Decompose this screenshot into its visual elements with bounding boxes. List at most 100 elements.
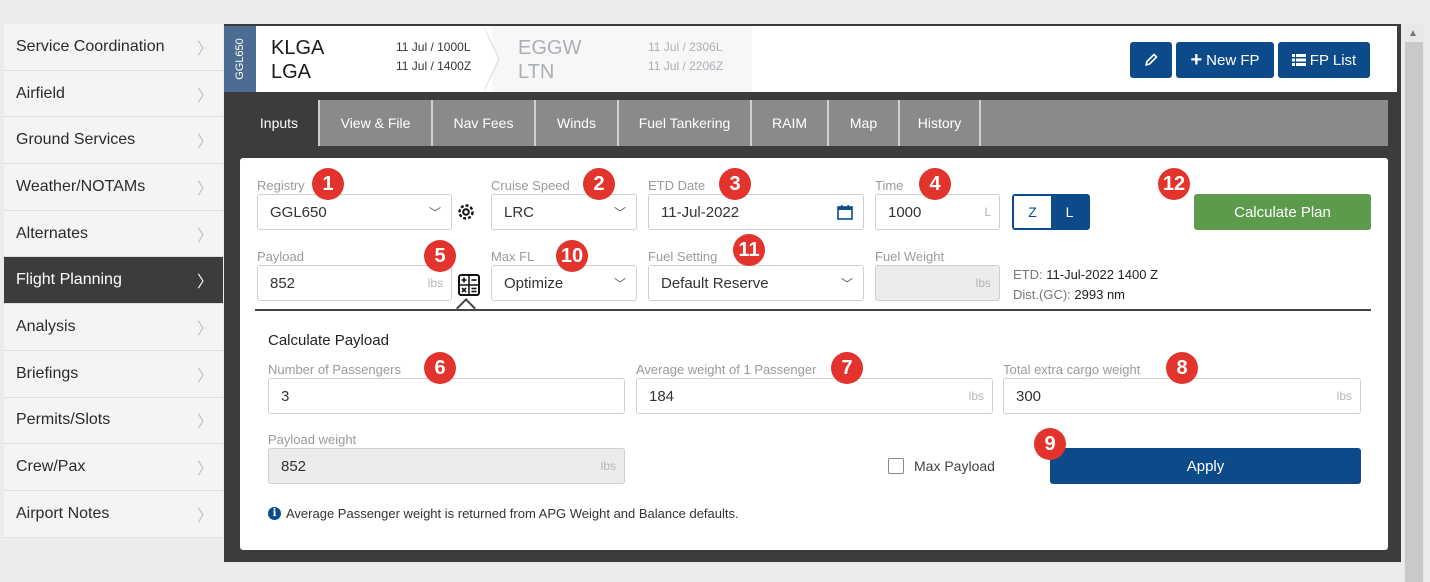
chevron-down-icon: ﹀ bbox=[428, 206, 441, 220]
arrival-time-zulu: 11 Jul / 2206Z bbox=[648, 59, 724, 73]
tab-bar: Inputs View & File Nav Fees Winds Fuel T… bbox=[240, 100, 1388, 146]
etd-date-input[interactable]: 11-Jul-2022 bbox=[648, 194, 864, 230]
arrival-time-local: 11 Jul / 2306L bbox=[648, 40, 723, 54]
callout-badge-2: 2 bbox=[583, 168, 615, 200]
sidebar-item-service-coordination[interactable]: Service Coordination 〉 bbox=[4, 24, 223, 71]
tab-winds[interactable]: Winds bbox=[536, 100, 619, 146]
departure-time-local: 11 Jul / 1000L bbox=[396, 40, 471, 54]
fuel-weight-input: lbs bbox=[875, 265, 1000, 301]
time-label: Time bbox=[875, 178, 904, 193]
chevron-right-icon: 〉 bbox=[196, 180, 213, 198]
tab-raim[interactable]: RAIM bbox=[752, 100, 829, 146]
departure-leg: KLGA LGA 11 Jul / 1000L 11 Jul / 1400Z bbox=[256, 26, 492, 92]
checkbox[interactable] bbox=[888, 458, 904, 474]
sidebar-item-permits-slots[interactable]: Permits/Slots 〉 bbox=[4, 397, 223, 445]
passengers-label: Number of Passengers bbox=[268, 362, 401, 377]
avg-weight-input[interactable]: 184 lbs bbox=[636, 378, 993, 414]
sidebar-item-label: Service Coordination bbox=[16, 37, 165, 55]
pencil-icon bbox=[1145, 53, 1158, 66]
apply-button[interactable]: Apply bbox=[1050, 448, 1361, 484]
tab-map[interactable]: Map bbox=[829, 100, 900, 146]
sidebar-item-label: Airfield bbox=[16, 84, 65, 102]
sidebar-item-label: Analysis bbox=[16, 317, 76, 335]
extra-cargo-label: Total extra cargo weight bbox=[1003, 362, 1141, 377]
sidebar-item-crew-pax[interactable]: Crew/Pax 〉 bbox=[4, 444, 223, 491]
sidebar-item-label: Alternates bbox=[16, 224, 89, 242]
payload-weight-input: 852 lbs bbox=[268, 448, 625, 484]
edit-button[interactable] bbox=[1130, 42, 1172, 78]
etd-date-label: ETD Date bbox=[648, 178, 706, 193]
sidebar-item-analysis[interactable]: Analysis 〉 bbox=[4, 304, 223, 351]
callout-badge-3: 3 bbox=[719, 168, 751, 200]
section-divider bbox=[255, 309, 1371, 311]
tab-inputs[interactable]: Inputs bbox=[240, 100, 320, 146]
tab-fuel-tankering[interactable]: Fuel Tankering bbox=[619, 100, 752, 146]
chevron-right-icon: 〉 bbox=[196, 40, 213, 58]
plus-icon: + bbox=[1190, 49, 1203, 71]
cruise-speed-label: Cruise Speed bbox=[491, 178, 570, 193]
chevron-down-icon: ﹀ bbox=[613, 277, 626, 291]
local-option[interactable]: L bbox=[1051, 196, 1088, 228]
payload-label: Payload bbox=[257, 249, 304, 264]
avg-weight-label: Average weight of 1 Passenger bbox=[636, 362, 817, 377]
calculator-icon[interactable] bbox=[458, 274, 480, 296]
passengers-input[interactable]: 3 bbox=[268, 378, 625, 414]
callout-badge-10: 10 bbox=[556, 240, 588, 272]
zulu-option[interactable]: Z bbox=[1014, 196, 1051, 228]
sidebar-nav: Service Coordination 〉 Airfield 〉 Ground S… bbox=[4, 24, 223, 538]
fuel-setting-label: Fuel Setting bbox=[648, 249, 718, 264]
sidebar-item-weather-notams[interactable]: Weather/NOTAMs 〉 bbox=[4, 164, 223, 211]
chevron-down-icon: ﹀ bbox=[840, 277, 853, 291]
list-icon bbox=[1291, 54, 1306, 66]
chevron-right-icon: 〉 bbox=[196, 320, 213, 338]
distance-info: Dist.(GC): 2993 nm bbox=[1013, 287, 1125, 302]
callout-badge-12: 12 bbox=[1158, 168, 1190, 200]
callout-badge-9: 9 bbox=[1034, 428, 1066, 460]
max-fl-select[interactable]: Optimize ﹀ bbox=[491, 265, 637, 301]
tab-history[interactable]: History bbox=[900, 100, 981, 146]
chevron-right-icon: 〉 bbox=[196, 507, 213, 525]
sidebar-item-flight-planning[interactable]: Flight Planning 〉 bbox=[4, 257, 223, 305]
vertical-scrollbar[interactable]: ▲ bbox=[1404, 24, 1424, 582]
max-fl-label: Max FL bbox=[491, 249, 535, 264]
chevron-right-icon: 〉 bbox=[196, 461, 213, 479]
scrollbar-thumb[interactable] bbox=[1405, 42, 1423, 582]
max-payload-checkbox[interactable]: Max Payload bbox=[888, 458, 995, 474]
fuel-weight-label: Fuel Weight bbox=[875, 249, 945, 264]
calculate-plan-button[interactable]: Calculate Plan bbox=[1194, 194, 1371, 230]
sidebar-item-label: Ground Services bbox=[16, 131, 136, 149]
sidebar-item-airfield[interactable]: Airfield 〉 bbox=[4, 70, 223, 118]
sidebar-item-label: Briefings bbox=[16, 364, 79, 382]
aircraft-tag: GGL650 bbox=[224, 26, 256, 92]
payload-input[interactable]: 852 lbs bbox=[257, 265, 452, 301]
sidebar-item-briefings[interactable]: Briefings 〉 bbox=[4, 350, 223, 398]
fp-list-button[interactable]: FP List bbox=[1278, 42, 1370, 78]
callout-badge-1: 1 bbox=[312, 168, 344, 200]
sidebar-item-label: Permits/Slots bbox=[16, 411, 111, 429]
main-content: GGL650 KLGA LGA 11 Jul / 1000L 11 Jul / … bbox=[224, 24, 1401, 562]
chevron-right-icon: 〉 bbox=[196, 367, 213, 385]
sidebar-item-ground-services[interactable]: Ground Services 〉 bbox=[4, 117, 223, 165]
calculate-payload-title: Calculate Payload bbox=[268, 332, 389, 349]
zulu-local-toggle: Z L bbox=[1012, 194, 1090, 230]
arrival-iata: LTN bbox=[518, 61, 555, 83]
sidebar-item-airport-notes[interactable]: Airport Notes 〉 bbox=[4, 490, 223, 538]
chevron-right-icon: 〉 bbox=[196, 414, 213, 432]
cruise-speed-select[interactable]: LRC ﹀ bbox=[491, 194, 637, 230]
scroll-up-arrow-icon[interactable]: ▲ bbox=[1408, 28, 1418, 39]
chevron-down-icon: ﹀ bbox=[613, 206, 626, 220]
departure-time-zulu: 11 Jul / 1400Z bbox=[396, 59, 472, 73]
tab-nav-fees[interactable]: Nav Fees bbox=[433, 100, 536, 146]
info-icon: i bbox=[268, 507, 281, 520]
calendar-icon[interactable] bbox=[837, 205, 853, 220]
aircraft-settings-icon[interactable] bbox=[456, 202, 476, 222]
new-fp-button[interactable]: + New FP bbox=[1176, 42, 1274, 78]
inputs-panel: Registry GGL650 ﹀ Cruise Speed LRC ﹀ ETD D… bbox=[240, 158, 1388, 550]
fuel-setting-select[interactable]: Default Reserve ﹀ bbox=[648, 265, 864, 301]
sidebar-item-alternates[interactable]: Alternates 〉 bbox=[4, 210, 223, 258]
chevron-right-icon: 〉 bbox=[196, 134, 213, 152]
callout-badge-5: 5 bbox=[424, 240, 456, 272]
tab-view-file[interactable]: View & File bbox=[320, 100, 433, 146]
callout-badge-4: 4 bbox=[919, 168, 951, 200]
registry-select[interactable]: GGL650 ﹀ bbox=[257, 194, 452, 230]
